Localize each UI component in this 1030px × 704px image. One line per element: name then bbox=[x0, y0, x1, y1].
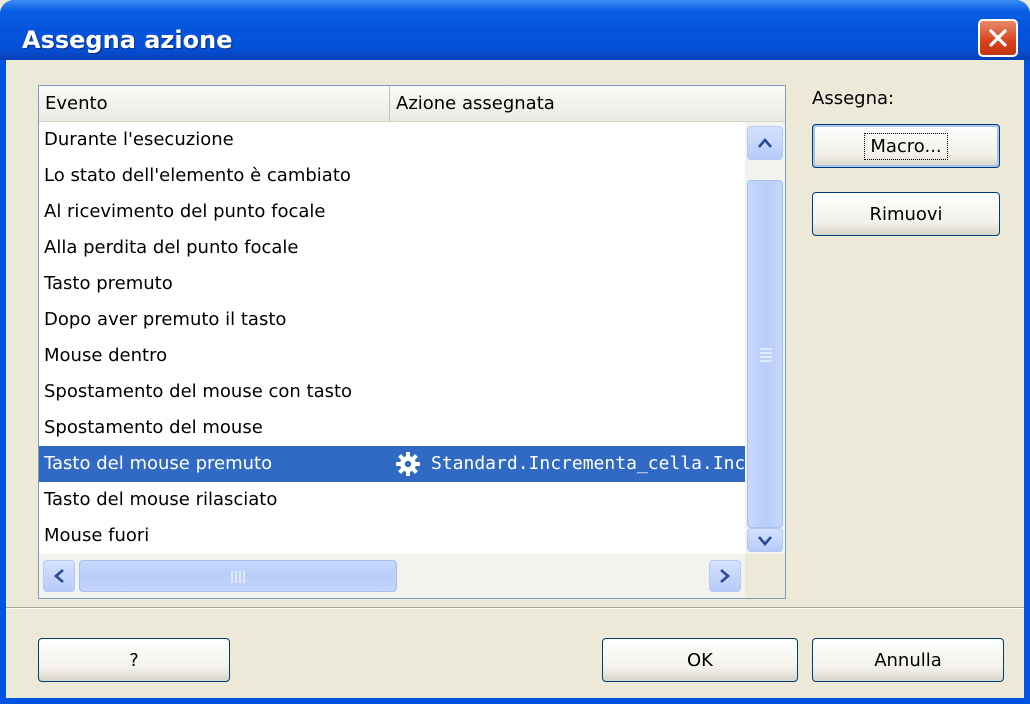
table-row[interactable]: Tasto premuto bbox=[39, 266, 745, 302]
macro-button[interactable]: Macro... bbox=[812, 124, 1000, 168]
help-button-label: ? bbox=[129, 649, 139, 671]
table-row[interactable]: Al ricevimento del punto focale bbox=[39, 194, 745, 230]
ok-button[interactable]: OK bbox=[602, 638, 798, 682]
event-list[interactable]: Evento Azione assegnata Durante l'esecuz… bbox=[38, 85, 786, 599]
horizontal-scrollbar[interactable] bbox=[39, 554, 745, 598]
table-row[interactable]: Spostamento del mouse con tasto bbox=[39, 374, 745, 410]
event-cell: Tasto premuto bbox=[44, 273, 173, 294]
title-bar: Assegna azione bbox=[0, 0, 1030, 60]
dialog-body: Evento Azione assegnata Durante l'esecuz… bbox=[6, 60, 1024, 698]
scroll-down-button[interactable] bbox=[747, 528, 783, 552]
close-icon bbox=[989, 29, 1007, 47]
vertical-scroll-thumb[interactable] bbox=[747, 180, 783, 528]
event-cell: Mouse dentro bbox=[44, 345, 168, 366]
table-row[interactable]: Spostamento del mouse bbox=[39, 410, 745, 446]
column-header-event[interactable]: Evento bbox=[39, 86, 390, 122]
event-cell: Tasto del mouse rilasciato bbox=[44, 489, 278, 510]
dialog-title: Assegna azione bbox=[22, 26, 233, 54]
chevron-up-icon bbox=[758, 138, 772, 148]
horizontal-scroll-thumb[interactable] bbox=[79, 560, 397, 592]
event-cell: Mouse fuori bbox=[44, 525, 150, 546]
scroll-up-button[interactable] bbox=[747, 126, 783, 160]
cancel-button[interactable]: Annulla bbox=[812, 638, 1004, 682]
table-row[interactable]: Lo stato dell'elemento è cambiato bbox=[39, 158, 745, 194]
table-row[interactable]: Mouse dentro bbox=[39, 338, 745, 374]
remove-button-label: Rimuovi bbox=[869, 203, 943, 225]
event-cell: Spostamento del mouse con tasto bbox=[44, 381, 353, 402]
event-cell: Tasto del mouse premuto bbox=[44, 453, 273, 474]
table-row[interactable]: Tasto del mouse rilasciato bbox=[39, 482, 745, 518]
list-header: Evento Azione assegnata bbox=[39, 86, 785, 122]
event-cell: Durante l'esecuzione bbox=[44, 129, 234, 150]
assign-label: Assegna: bbox=[812, 88, 895, 109]
grip-icon bbox=[760, 348, 772, 362]
event-cell: Lo stato dell'elemento è cambiato bbox=[44, 165, 351, 186]
scroll-left-button[interactable] bbox=[43, 560, 75, 592]
action-text: Standard.Incrementa_cella.Incre bbox=[431, 453, 745, 474]
event-cell: Spostamento del mouse bbox=[44, 417, 263, 438]
column-header-action[interactable]: Azione assegnata bbox=[390, 86, 785, 122]
grip-icon bbox=[231, 571, 245, 583]
dialog-window: Assegna azione Evento Azione assegnata D… bbox=[0, 0, 1030, 704]
vertical-scrollbar[interactable] bbox=[745, 122, 785, 554]
event-cell: Alla perdita del punto focale bbox=[44, 237, 299, 258]
event-cell: Dopo aver premuto il tasto bbox=[44, 309, 287, 330]
chevron-right-icon bbox=[720, 569, 730, 583]
remove-button[interactable]: Rimuovi bbox=[812, 192, 1000, 236]
scroll-right-button[interactable] bbox=[709, 560, 741, 592]
table-row[interactable]: Mouse fuori bbox=[39, 518, 745, 554]
table-row[interactable]: Alla perdita del punto focale bbox=[39, 230, 745, 266]
action-cell: Standard.Incrementa_cella.Incre bbox=[395, 446, 745, 482]
separator bbox=[6, 607, 1024, 609]
list-rows: Durante l'esecuzione Lo stato dell'elemen… bbox=[39, 122, 745, 554]
macro-button-label: Macro... bbox=[864, 132, 948, 160]
event-cell: Al ricevimento del punto focale bbox=[44, 201, 326, 222]
table-row[interactable]: Dopo aver premuto il tasto bbox=[39, 302, 745, 338]
table-row[interactable]: Tasto del mouse premuto Standard.Incremen… bbox=[39, 446, 745, 482]
scrollbar-corner bbox=[745, 554, 785, 598]
cancel-button-label: Annulla bbox=[874, 649, 942, 671]
ok-button-label: OK bbox=[687, 649, 713, 671]
help-button[interactable]: ? bbox=[38, 638, 230, 682]
table-row[interactable]: Durante l'esecuzione bbox=[39, 122, 745, 158]
chevron-down-icon bbox=[758, 536, 772, 546]
gear-icon bbox=[396, 452, 420, 476]
close-button[interactable] bbox=[978, 19, 1018, 57]
chevron-left-icon bbox=[54, 569, 64, 583]
